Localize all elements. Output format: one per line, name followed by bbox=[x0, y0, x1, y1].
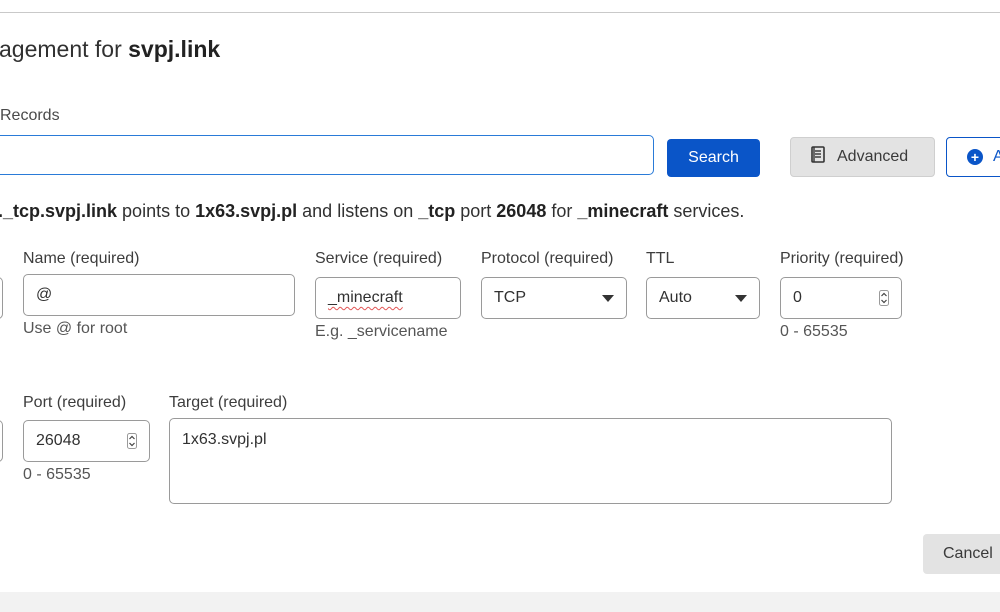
name-field-value: @ bbox=[36, 286, 53, 303]
service-field[interactable]: _minecraft bbox=[315, 277, 461, 319]
name-field[interactable]: @ bbox=[23, 274, 295, 316]
record-summary: ._tcp.svpj.link points to 1x63.svpj.pl a… bbox=[0, 201, 744, 222]
summary-text: and listens on bbox=[297, 201, 419, 221]
search-button[interactable]: Search bbox=[667, 139, 760, 177]
summary-target: 1x63.svpj.pl bbox=[195, 201, 298, 221]
add-record-button[interactable]: + A bbox=[946, 137, 1000, 177]
top-divider bbox=[0, 12, 1000, 13]
target-textarea[interactable]: 1x63.svpj.pl bbox=[169, 418, 892, 504]
priority-input-value: 0 bbox=[793, 289, 802, 306]
records-search-input[interactable] bbox=[0, 135, 654, 175]
service-label: Service (required) bbox=[315, 250, 443, 267]
summary-text: services. bbox=[668, 201, 745, 221]
caret-down-icon bbox=[735, 295, 747, 302]
target-textarea-value: 1x63.svpj.pl bbox=[182, 431, 267, 448]
port-hint: 0 - 65535 bbox=[23, 466, 91, 483]
stepper-icon[interactable] bbox=[127, 433, 137, 449]
ttl-label: TTL bbox=[646, 250, 675, 267]
document-icon bbox=[811, 146, 825, 168]
advanced-button[interactable]: Advanced bbox=[790, 137, 935, 177]
summary-service: _minecraft bbox=[577, 201, 669, 221]
summary-text: points to bbox=[117, 201, 196, 221]
records-section-label: Records bbox=[0, 107, 60, 124]
page-title-prefix: agement for bbox=[0, 36, 129, 62]
service-hint: E.g. _servicename bbox=[315, 323, 448, 340]
plus-circle-icon: + bbox=[967, 149, 983, 165]
stepper-icon[interactable] bbox=[879, 290, 889, 306]
type-select-edge[interactable] bbox=[0, 277, 3, 319]
weight-input-edge[interactable] bbox=[0, 420, 3, 462]
summary-port: 26048 bbox=[496, 201, 547, 221]
priority-input[interactable]: 0 bbox=[780, 277, 902, 319]
ttl-select[interactable]: Auto bbox=[646, 277, 760, 319]
page-title-domain: svpj.link bbox=[128, 36, 221, 62]
protocol-select-value: TCP bbox=[494, 289, 526, 306]
port-input-value: 26048 bbox=[36, 432, 81, 449]
name-hint: Use @ for root bbox=[23, 320, 128, 337]
cancel-button[interactable]: Cancel bbox=[923, 534, 1000, 574]
advanced-button-label: Advanced bbox=[837, 148, 909, 165]
port-input[interactable]: 26048 bbox=[23, 420, 150, 462]
protocol-select[interactable]: TCP bbox=[481, 277, 627, 319]
service-field-value: _minecraft bbox=[328, 289, 403, 306]
summary-text: port bbox=[455, 201, 497, 221]
page-title: agement for svpj.link bbox=[0, 36, 220, 63]
target-label: Target (required) bbox=[169, 394, 288, 411]
ttl-select-value: Auto bbox=[659, 289, 692, 306]
priority-hint: 0 - 65535 bbox=[780, 323, 848, 340]
caret-down-icon bbox=[602, 295, 614, 302]
priority-label: Priority (required) bbox=[780, 250, 904, 267]
summary-protocol: _tcp bbox=[418, 201, 456, 221]
summary-record-name: ._tcp.svpj.link bbox=[0, 201, 118, 221]
port-label: Port (required) bbox=[23, 394, 127, 411]
summary-text: for bbox=[546, 201, 578, 221]
add-record-label: A bbox=[993, 148, 1000, 165]
protocol-label: Protocol (required) bbox=[481, 250, 614, 267]
name-label: Name (required) bbox=[23, 250, 140, 267]
records-table-header bbox=[0, 592, 1000, 612]
